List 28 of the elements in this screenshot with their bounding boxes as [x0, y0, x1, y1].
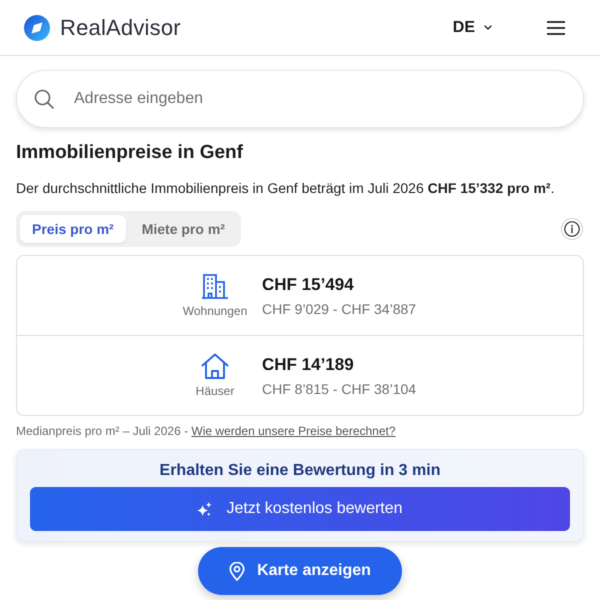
price-summary: Der durchschnittliche Immobilienpreis in Genf beträgt im Juli 2026 CHF 15’332 pro m². [16, 179, 556, 198]
property-type-label: Häuser [196, 384, 234, 398]
language-selector[interactable]: DE [452, 18, 492, 36]
valuation-title: Erhalten Sie eine Bewertung in 3 min [158, 461, 442, 481]
house-icon [201, 353, 229, 379]
price-type-tab[interactable]: Miete pro m² [130, 215, 237, 243]
logo-text[interactable]: RealAdvisor [60, 14, 181, 40]
search-icon [34, 89, 54, 109]
median-price: CHF 15’494 [262, 274, 355, 294]
sparkle-icon [197, 502, 212, 516]
price-range: CHF 8’815 - CHF 38’104 [262, 380, 418, 396]
valuation-button[interactable]: Jetzt kostenlos bewerten [30, 487, 570, 531]
logo-icon [24, 14, 50, 40]
menu-icon [547, 20, 565, 34]
price-range: CHF 9’029 - CHF 34’887 [262, 300, 418, 316]
map-pin-icon [229, 562, 246, 580]
property-type-label: Wohnungen [182, 304, 248, 318]
search-field[interactable]: Adresse eingeben [16, 70, 584, 128]
price-type-tab[interactable]: Preis pro m² [20, 215, 126, 243]
page-title: Immobilienpreise in Genf [16, 141, 244, 165]
price-note: Medianpreis pro m² – Juli 2026 - Wie werden unsere Preise berechnet? [16, 423, 397, 439]
info-icon[interactable] [561, 218, 583, 240]
chevron-down-icon [484, 25, 492, 30]
menu-button[interactable] [547, 20, 565, 34]
price-method-link[interactable]: Wie werden unsere Preise berechnet? [191, 424, 396, 438]
building-icon [201, 273, 229, 299]
show-map-button[interactable]: Karte anzeigen [198, 547, 402, 595]
median-price: CHF 14’189 [262, 354, 355, 374]
